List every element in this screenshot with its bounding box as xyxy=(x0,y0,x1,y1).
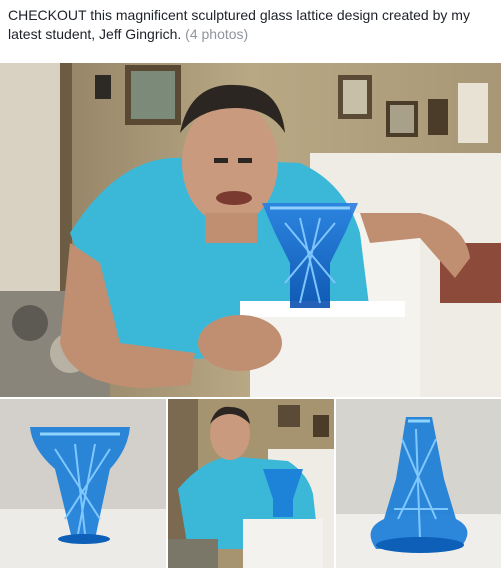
photo-thumbnail-1-image xyxy=(0,399,166,568)
photo-thumbnail-3[interactable] xyxy=(336,399,501,568)
photo-count[interactable]: (4 photos) xyxy=(185,26,248,42)
photo-main-image xyxy=(0,63,501,397)
photo-thumbnail-3-image xyxy=(336,399,501,568)
post-caption-container: CHECKOUT this magnificent sculptured gla… xyxy=(8,6,496,44)
photo-main[interactable] xyxy=(0,63,501,397)
photo-thumbnail-1[interactable] xyxy=(0,399,166,568)
photo-thumbnail-2[interactable] xyxy=(168,399,334,568)
photo-thumbnail-2-image xyxy=(168,399,334,568)
